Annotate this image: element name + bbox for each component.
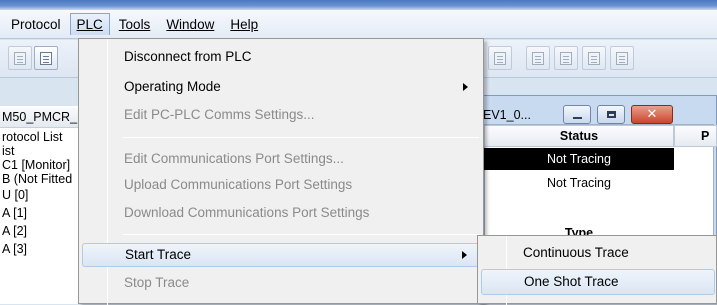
menu-tools-label: Tools — [118, 16, 151, 32]
tree-item[interactable]: U [0] — [2, 188, 28, 202]
close-icon: ✕ — [646, 107, 658, 122]
menu-item-label: Operating Mode — [124, 79, 221, 94]
menu-tools[interactable]: Tools — [112, 13, 158, 36]
document-icon — [588, 51, 600, 65]
restore-button[interactable] — [597, 105, 625, 124]
table-row[interactable]: Not Tracing — [484, 148, 674, 170]
document-icon — [616, 51, 628, 65]
type-column-header: Type — [564, 226, 594, 236]
menu-item-continuous-trace[interactable]: Continuous Trace — [481, 240, 715, 266]
tree-item[interactable]: rotocol List — [2, 130, 62, 144]
menu-separator — [123, 234, 479, 235]
menu-plc-label: PLC — [76, 17, 103, 32]
menu-separator — [123, 137, 479, 138]
menu-item-download-communications-port-settings[interactable]: Download Communications Port Settings — [82, 201, 480, 225]
submenu-arrow-icon — [462, 251, 467, 259]
menu-bar: Protocol PLC Tools Window Help — [0, 10, 717, 39]
copy-icon — [14, 51, 26, 65]
menu-item-stop-trace[interactable]: Stop Trace — [82, 271, 480, 295]
toolbar-button-4[interactable] — [582, 46, 606, 70]
submenu-arrow-icon — [463, 83, 468, 91]
tree-item[interactable]: A [1] — [2, 206, 27, 220]
menu-item-one-shot-trace[interactable]: One Shot Trace — [481, 269, 715, 295]
close-button[interactable]: ✕ — [631, 105, 673, 124]
document-icon — [532, 51, 544, 65]
document-icon — [494, 51, 506, 65]
status-column-header[interactable]: Status — [484, 125, 674, 147]
start-trace-submenu: Continuous Trace One Shot Trace — [477, 235, 717, 305]
app-title-bar — [0, 0, 717, 10]
menu-item-edit-pc-plc-comms-settings[interactable]: Edit PC-PLC Comms Settings... — [82, 103, 480, 127]
tree-item[interactable]: B (Not Fitted — [2, 172, 72, 186]
tree-item[interactable]: A [3] — [2, 242, 27, 256]
minimize-icon — [572, 116, 582, 119]
menu-item-edit-communications-port-settings[interactable]: Edit Communications Port Settings... — [82, 147, 480, 171]
menu-item-disconnect-from-plc[interactable]: Disconnect from PLC — [82, 45, 480, 69]
table-row[interactable]: Not Tracing — [484, 172, 674, 194]
paste-icon — [40, 51, 52, 65]
copy-button[interactable] — [8, 46, 32, 70]
toolbar-button-2[interactable] — [526, 46, 550, 70]
plc-menu-dropdown: Disconnect from PLC Operating Mode Edit … — [78, 38, 484, 305]
tree-item[interactable]: ist — [2, 144, 15, 158]
menu-plc[interactable]: PLC — [69, 13, 110, 35]
paste-button[interactable] — [34, 46, 58, 70]
menu-window[interactable]: Window — [159, 13, 221, 36]
menu-help-label: Help — [230, 16, 259, 32]
p-column-header[interactable]: P — [674, 125, 717, 147]
document-icon — [560, 51, 572, 65]
child-window-title: EV1_0... — [483, 108, 531, 122]
toolbar-button-5[interactable] — [610, 46, 634, 70]
restore-icon — [606, 111, 616, 118]
tree-item[interactable]: A [2] — [2, 224, 27, 238]
menu-window-label: Window — [166, 16, 215, 32]
tree-item[interactable]: C1 [Monitor] — [2, 158, 70, 172]
toolbar-button-3[interactable] — [554, 46, 578, 70]
menu-item-upload-communications-port-settings[interactable]: Upload Communications Port Settings — [82, 173, 480, 197]
menu-protocol[interactable]: Protocol — [4, 13, 68, 36]
menu-item-start-trace[interactable]: Start Trace — [82, 243, 480, 267]
toolbar-button-1[interactable] — [488, 46, 512, 70]
tree-header: M50_PMCR_ — [0, 108, 80, 128]
minimize-button[interactable] — [563, 105, 591, 124]
menu-help[interactable]: Help — [223, 13, 265, 36]
menu-item-label: Start Trace — [125, 247, 192, 262]
project-tree: rotocol List ist C1 [Monitor] B (Not Fit… — [0, 106, 80, 304]
menu-item-operating-mode[interactable]: Operating Mode — [82, 75, 480, 99]
